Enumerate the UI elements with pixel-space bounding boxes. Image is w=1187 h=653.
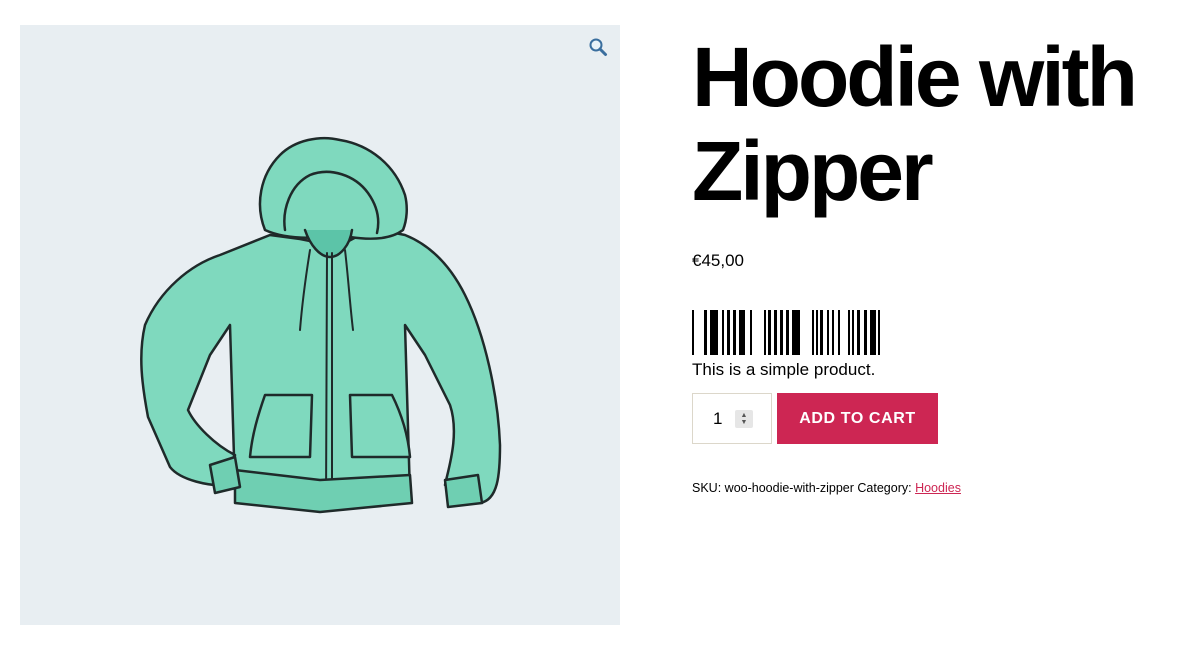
product-title-line1: Hoodie with: [692, 30, 1138, 124]
add-to-cart-form: 1 ▲ ▼ ADD TO CART: [692, 393, 1172, 444]
product-image[interactable]: [20, 25, 620, 625]
product-title-line2: Zipper: [692, 124, 934, 218]
short-description: This is a simple product.: [692, 360, 876, 379]
category-link[interactable]: Hoodies: [915, 481, 961, 495]
product-gallery: [20, 25, 620, 625]
product-price: €45,00: [692, 251, 744, 270]
category-label: Category:: [857, 481, 912, 495]
chevron-up-icon[interactable]: ▲: [741, 412, 748, 419]
product-summary: Hoodie with Zipper €45,00 This is a simp…: [692, 30, 1172, 496]
barcode-icon: [692, 310, 880, 355]
add-to-cart-button[interactable]: ADD TO CART: [777, 393, 938, 444]
quantity-input[interactable]: 1 ▲ ▼: [692, 393, 772, 444]
sku-label: SKU:: [692, 481, 722, 495]
chevron-down-icon[interactable]: ▼: [741, 419, 748, 426]
magnifier-icon[interactable]: [586, 35, 610, 59]
product-meta: SKU: woo-hoodie-with-zipper Category: Ho…: [692, 480, 1172, 496]
product-title: Hoodie with Zipper: [692, 30, 1172, 218]
sku-value: woo-hoodie-with-zipper: [724, 481, 854, 495]
product-page: Hoodie with Zipper €45,00 This is a simp…: [0, 0, 1187, 653]
quantity-stepper[interactable]: ▲ ▼: [735, 409, 753, 428]
quantity-value: 1: [713, 408, 723, 428]
